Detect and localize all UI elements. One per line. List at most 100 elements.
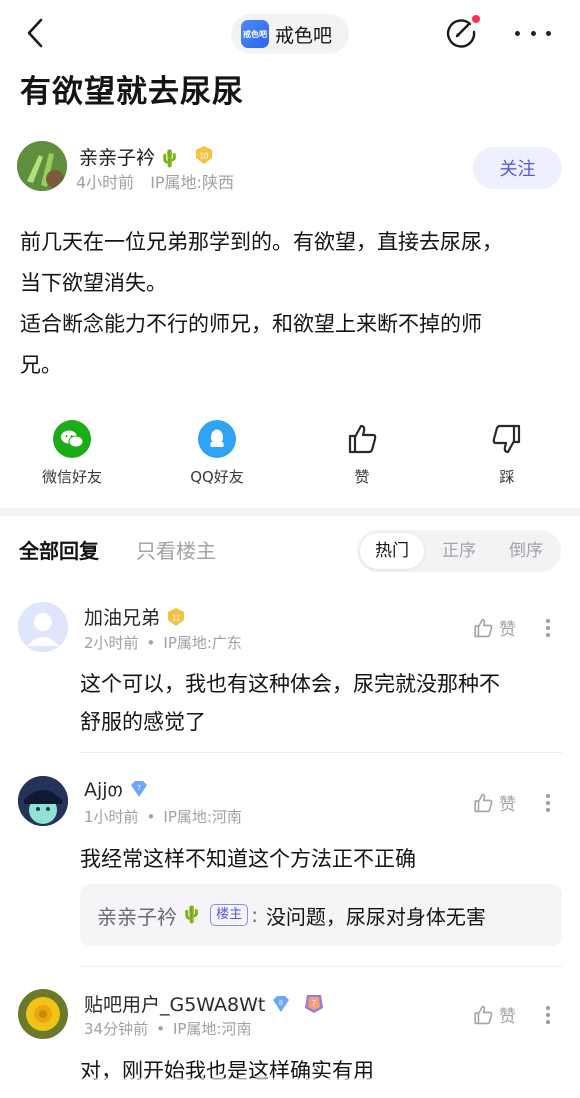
sort-hot[interactable]: 热门 bbox=[360, 533, 424, 569]
post-body-line: 适合断念能力不行的师兄，和欲望上来断不掉的师 bbox=[20, 312, 482, 336]
level-text: 8 bbox=[279, 1000, 283, 1007]
back-button[interactable] bbox=[18, 16, 52, 50]
post-title: 有欲望就去尿尿 bbox=[20, 74, 244, 110]
section-divider bbox=[0, 508, 580, 516]
commenter-name-text: 贴吧用户_G5WA8Wt bbox=[84, 994, 266, 1016]
comment-ip: IP属地:河南 bbox=[163, 808, 242, 826]
comment-like-button[interactable]: 赞 bbox=[472, 615, 516, 640]
ip-location: IP属地:陕西 bbox=[150, 173, 234, 192]
post-body-line: 兄。 bbox=[20, 353, 62, 377]
sort-descending[interactable]: 倒序 bbox=[494, 533, 558, 569]
post-body-line: 前几天在一位兄弟那学到的。有欲望，直接去尿尿， bbox=[20, 230, 503, 254]
comment-time: 2小时前 bbox=[84, 634, 139, 652]
avatar-image bbox=[18, 989, 68, 1039]
thumbs-up-icon bbox=[343, 420, 381, 458]
sort-toggle: 热门 正序 倒序 bbox=[357, 530, 561, 572]
share-label: 微信好友 bbox=[41, 468, 102, 486]
commenter-name-text: 加油兄弟 bbox=[84, 607, 161, 629]
like-label: 赞 bbox=[499, 795, 516, 815]
thumbs-up-icon bbox=[474, 1005, 493, 1024]
thumbs-up-icon bbox=[474, 618, 493, 637]
follow-button[interactable]: 关注 bbox=[473, 147, 562, 189]
share-label: QQ好友 bbox=[190, 468, 244, 486]
member-badge-icon: 7 bbox=[305, 995, 324, 1013]
comment-time: 1小时前 bbox=[84, 808, 139, 826]
wechat-icon bbox=[53, 420, 91, 458]
more-dot-icon bbox=[515, 30, 520, 36]
cactus-icon: 🌵 bbox=[181, 905, 203, 925]
share-wechat-button[interactable]: 微信好友 bbox=[17, 420, 127, 487]
comment-separator bbox=[80, 966, 562, 967]
like-post-button[interactable]: 赞 bbox=[307, 420, 417, 487]
sort-ascending[interactable]: 正序 bbox=[427, 533, 491, 569]
post-body: 前几天在一位兄弟那学到的。有欲望，直接去尿尿， 当下欲望消失。 适合断念能力不行… bbox=[20, 222, 565, 386]
more-options-button[interactable] bbox=[515, 20, 551, 46]
comment-time: 34分钟前 bbox=[84, 1020, 149, 1038]
thumbs-down-icon bbox=[488, 420, 526, 458]
default-avatar-icon bbox=[18, 602, 68, 652]
comment-separator bbox=[80, 752, 562, 753]
level-text: 10 bbox=[200, 152, 209, 161]
level-text: 11 bbox=[172, 614, 181, 623]
level-badge-icon: 8 bbox=[273, 996, 290, 1012]
comment-more-button[interactable] bbox=[546, 1003, 552, 1027]
back-arrow-icon bbox=[27, 18, 43, 48]
sub-reply[interactable]: 亲亲子衿 🌵 楼主: 没问题，尿尿对身体无害 bbox=[80, 884, 562, 946]
forum-name: 戒色吧 bbox=[275, 24, 333, 47]
comment-meta: 2小时前 • IP属地:广东 bbox=[84, 632, 242, 653]
top-bar: 戒色吧 戒色吧 bbox=[0, 0, 580, 68]
tab-owner-only[interactable]: 只看楼主 bbox=[136, 535, 216, 564]
author-name-text: 亲亲子衿 bbox=[79, 147, 156, 169]
commenter-name[interactable]: Ajjთ 7 bbox=[84, 779, 149, 801]
comment-more-button[interactable] bbox=[546, 616, 552, 640]
tab-all-replies[interactable]: 全部回复 bbox=[19, 535, 99, 564]
like-label: 赞 bbox=[499, 1007, 516, 1027]
member-badge-text: 7 bbox=[312, 999, 317, 1008]
post-body-line: 当下欲望消失。 bbox=[20, 271, 167, 295]
share-label: 踩 bbox=[499, 468, 515, 486]
qq-icon bbox=[198, 420, 236, 458]
comment-text: 这个可以，我也有这种体会，尿完就没那种不 舒服的感觉了 bbox=[80, 665, 560, 741]
comment-text-line: 这个可以，我也有这种体会，尿完就没那种不 bbox=[80, 672, 500, 696]
edit-post-button[interactable] bbox=[444, 15, 480, 51]
reply-colon: : bbox=[251, 903, 258, 927]
reply-text: 没问题，尿尿对身体无害 bbox=[265, 904, 486, 929]
commenter-name[interactable]: 贴吧用户_G5WA8Wt 8 7 bbox=[84, 990, 325, 1017]
notification-dot bbox=[472, 15, 480, 23]
comment-like-button[interactable]: 赞 bbox=[472, 1002, 516, 1027]
author-avatar[interactable] bbox=[17, 141, 67, 191]
comment-text: 我经常这样不知道这个方法正不正确 bbox=[80, 840, 560, 878]
commenter-avatar[interactable] bbox=[18, 776, 68, 826]
reply-author[interactable]: 亲亲子衿 bbox=[97, 901, 177, 930]
comment-text-line: 舒服的感觉了 bbox=[80, 710, 206, 734]
thumbs-up-icon bbox=[474, 793, 493, 812]
comment-more-button[interactable] bbox=[546, 791, 552, 815]
more-dot-icon bbox=[530, 30, 536, 36]
comment-like-button[interactable]: 赞 bbox=[472, 790, 516, 815]
commenter-avatar[interactable] bbox=[18, 602, 68, 652]
comment-ip: IP属地:广东 bbox=[163, 634, 242, 652]
forum-logo: 戒色吧 bbox=[241, 20, 269, 48]
forum-pill[interactable]: 戒色吧 戒色吧 bbox=[231, 14, 349, 54]
share-qq-button[interactable]: QQ好友 bbox=[162, 420, 272, 487]
meta-dot: • bbox=[156, 1020, 165, 1038]
commenter-name-text: Ajjთ bbox=[84, 779, 123, 801]
post-time: 4小时前 bbox=[76, 173, 135, 192]
level-text: 7 bbox=[137, 785, 141, 792]
owner-tag: 楼主 bbox=[210, 904, 249, 926]
dislike-post-button[interactable]: 踩 bbox=[452, 420, 562, 487]
avatar-image bbox=[18, 776, 68, 826]
commenter-avatar[interactable] bbox=[18, 989, 68, 1039]
level-badge-icon: 10 bbox=[196, 146, 212, 164]
author-name[interactable]: 亲亲子衿 🌵 bbox=[79, 143, 180, 170]
level-badge-icon: 7 bbox=[130, 781, 147, 797]
meta-dot: • bbox=[146, 634, 156, 652]
level-badge-icon: 11 bbox=[168, 608, 185, 626]
bottom-fade bbox=[0, 1078, 580, 1098]
commenter-name[interactable]: 加油兄弟 11 bbox=[84, 603, 186, 630]
meta-dot: • bbox=[146, 808, 156, 826]
comment-ip: IP属地:河南 bbox=[172, 1020, 252, 1038]
more-dot-icon bbox=[546, 30, 551, 36]
comment-meta: 1小时前 • IP属地:河南 bbox=[84, 806, 242, 827]
author-meta: 4小时前 IP属地:陕西 bbox=[76, 169, 234, 193]
